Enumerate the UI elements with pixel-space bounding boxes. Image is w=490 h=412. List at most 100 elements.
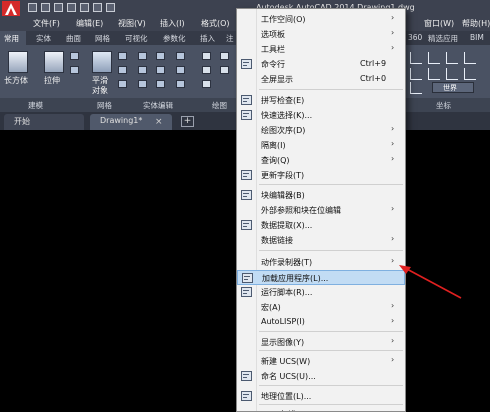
menu-item-label: 地理位置(L)...: [261, 392, 312, 401]
smooth-object-icon[interactable]: [92, 51, 112, 73]
menu-item-11[interactable]: 块编辑器(B): [237, 188, 405, 203]
print-icon[interactable]: [80, 3, 89, 12]
mesh-box-icon[interactable]: [118, 52, 127, 60]
extract-edges-icon[interactable]: [156, 66, 165, 74]
tab-surface[interactable]: 曲面: [66, 33, 81, 44]
separate-icon[interactable]: [176, 66, 185, 74]
tab-mesh[interactable]: 网格: [95, 33, 110, 44]
menu-separator: [259, 250, 403, 251]
update-field-icon: [241, 170, 252, 180]
polyline-icon[interactable]: [202, 52, 211, 60]
undo-icon[interactable]: [93, 3, 102, 12]
open-icon[interactable]: [41, 3, 50, 12]
menu-item-23[interactable]: 地理位置(L)...: [237, 389, 405, 404]
circle-icon[interactable]: [202, 80, 211, 88]
close-tab-icon[interactable]: ×: [155, 117, 163, 127]
menu-item-0[interactable]: 工作空间(O) ›: [237, 12, 405, 27]
menu-item-21[interactable]: 新建 UCS(W) ›: [237, 354, 405, 369]
arc-icon[interactable]: [220, 66, 229, 74]
ucs-icon[interactable]: [410, 52, 422, 64]
save-icon[interactable]: [54, 3, 63, 12]
tab-featured-apps[interactable]: 精选应用: [428, 33, 458, 44]
menu-item-8[interactable]: 隔离(I) ›: [237, 138, 405, 153]
box-tool-icon[interactable]: [8, 51, 28, 73]
line-icon[interactable]: [220, 52, 229, 60]
tab-start[interactable]: 开始: [4, 114, 84, 130]
slice-icon[interactable]: [156, 52, 165, 60]
panel-solid-edit-label[interactable]: 实体编辑: [143, 100, 173, 111]
tab-home[interactable]: 常用: [4, 33, 19, 44]
menu-item-20[interactable]: 显示图像(Y) ›: [237, 335, 405, 350]
run-script-icon: [241, 287, 252, 297]
menu-item-4[interactable]: 全屏显示 Ctrl+0: [237, 72, 405, 87]
tab-bim[interactable]: BIM: [470, 33, 484, 42]
ucs-object-icon[interactable]: [446, 68, 458, 80]
menu-item-24[interactable]: CAD 标准(S)›: [237, 407, 405, 411]
menu-insert[interactable]: 插入(I): [160, 18, 185, 29]
command-line-icon: [241, 59, 252, 69]
menu-item-9[interactable]: 查询(Q) ›: [237, 153, 405, 168]
panel-coords-label[interactable]: 坐标: [436, 100, 451, 111]
menu-view[interactable]: 视图(V): [118, 18, 146, 29]
menu-item-17[interactable]: 运行脚本(R)...: [237, 285, 405, 300]
menu-item-12[interactable]: 外部参照和块在位编辑 ›: [237, 203, 405, 218]
shell-icon[interactable]: [156, 80, 165, 88]
ucs-x-icon[interactable]: [446, 52, 458, 64]
menu-help[interactable]: 帮助(H): [462, 18, 490, 29]
tab-insert[interactable]: 插入: [200, 33, 215, 44]
menu-item-22[interactable]: 命名 UCS(U)...: [237, 369, 405, 384]
tab-solid[interactable]: 实体: [36, 33, 51, 44]
mesh-refine-icon[interactable]: [118, 80, 127, 88]
union-icon[interactable]: [138, 52, 147, 60]
tab-visualize[interactable]: 可视化: [125, 33, 148, 44]
ucs-origin-icon[interactable]: [428, 52, 440, 64]
ucs-view-icon[interactable]: [428, 68, 440, 80]
intersect-icon[interactable]: [138, 80, 147, 88]
menu-item-15[interactable]: 动作录制器(T) ›: [237, 255, 405, 270]
menu-item-1[interactable]: 选项板 ›: [237, 27, 405, 42]
menu-item-6[interactable]: 快速选择(K)...: [237, 108, 405, 123]
ucs-face-icon[interactable]: [464, 68, 476, 80]
menu-item-19[interactable]: AutoLISP(I) ›: [237, 315, 405, 330]
panel-mesh-label[interactable]: 网格: [97, 100, 112, 111]
tab-parametric[interactable]: 参数化: [163, 33, 186, 44]
menu-item-7[interactable]: 绘图次序(D) ›: [237, 123, 405, 138]
menu-item-label: 命令行: [261, 60, 285, 69]
presspull-icon[interactable]: [70, 66, 79, 74]
subtract-icon[interactable]: [138, 66, 147, 74]
menu-item-18[interactable]: 宏(A) ›: [237, 300, 405, 315]
thicken-icon[interactable]: [176, 80, 185, 88]
menu-item-3[interactable]: 命令行 Ctrl+9: [237, 57, 405, 72]
new-icon[interactable]: [28, 3, 37, 12]
redo-icon[interactable]: [106, 3, 115, 12]
ucs-3point-icon[interactable]: [410, 82, 422, 94]
menu-item-5[interactable]: 拼写检查(E): [237, 93, 405, 108]
menu-format[interactable]: 格式(O): [201, 18, 230, 29]
new-tab-button[interactable]: +: [181, 116, 194, 127]
mesh-smooth-icon[interactable]: [118, 66, 127, 74]
spline-icon[interactable]: [202, 66, 211, 74]
menu-separator: [259, 89, 403, 90]
menu-item-10[interactable]: 更新字段(T): [237, 168, 405, 183]
extrude-tool-icon[interactable]: [44, 51, 64, 73]
menu-separator: [259, 385, 403, 386]
menu-edit[interactable]: 编辑(E): [76, 18, 103, 29]
tab-360[interactable]: 360: [408, 33, 422, 42]
fillet-edge-icon[interactable]: [176, 52, 185, 60]
menu-item-13[interactable]: 数据提取(X)...: [237, 218, 405, 233]
menu-window[interactable]: 窗口(W): [424, 18, 454, 29]
save-as-icon[interactable]: [67, 3, 76, 12]
polysolid-icon[interactable]: [70, 52, 79, 60]
panel-draw-label[interactable]: 绘图: [212, 100, 227, 111]
menu-item-14[interactable]: 数据链接 ›: [237, 233, 405, 248]
ucs-z-icon[interactable]: [410, 68, 422, 80]
ucs-world-select[interactable]: 世界: [432, 82, 474, 93]
menu-item-16[interactable]: 加载应用程序(L)...: [237, 270, 405, 285]
menu-separator: [259, 331, 403, 332]
tab-annotate[interactable]: 注: [226, 33, 234, 44]
ucs-y-icon[interactable]: [464, 52, 476, 64]
submenu-arrow-icon: ›: [391, 139, 395, 148]
panel-modeling-label[interactable]: 建模: [28, 100, 43, 111]
menu-file[interactable]: 文件(F): [33, 18, 60, 29]
menu-item-2[interactable]: 工具栏 ›: [237, 42, 405, 57]
